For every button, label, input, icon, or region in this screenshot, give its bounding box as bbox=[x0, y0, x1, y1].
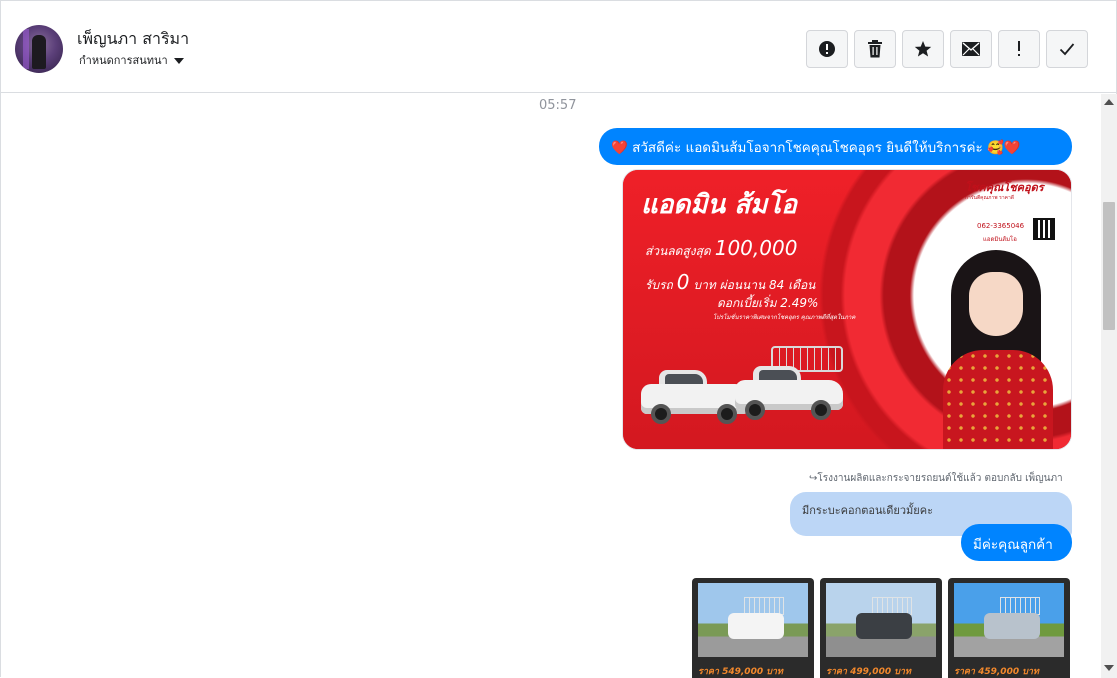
checkmark-icon bbox=[1059, 43, 1075, 56]
promo-fine-print: โปรโมชั่นราคาพิเศษจากโชคอุดร คุณภาพดีที่… bbox=[713, 314, 856, 321]
product-photo bbox=[954, 583, 1064, 657]
star-icon bbox=[914, 41, 932, 57]
mark-unread-button[interactable] bbox=[950, 30, 992, 68]
reply-message-bubble[interactable]: มีค่ะคุณลูกค้า bbox=[961, 524, 1072, 561]
star-button[interactable] bbox=[902, 30, 944, 68]
avatar[interactable] bbox=[15, 25, 63, 73]
promo-interest-line: ดอกเบี้ยเริ่ม 2.49% bbox=[717, 296, 819, 310]
conversation-header: เพ็ญนภา สาริมา กำหนดการสนทนา bbox=[1, 1, 1116, 93]
pickup-truck-image bbox=[641, 366, 749, 424]
product-card[interactable]: ราคา 499,000 บาท bbox=[820, 578, 942, 678]
message-thread[interactable]: 05:57 ❤️ สวัสดีค่ะ แอดมินส้มโอจากโชคคุณโ… bbox=[1, 94, 1101, 678]
promo-admin: แอดมินส้มโอ bbox=[983, 236, 1017, 243]
mark-done-button[interactable] bbox=[1046, 30, 1088, 68]
promo-phone: 062-3365046 bbox=[977, 222, 1025, 230]
exclamation-icon bbox=[1018, 41, 1020, 56]
promo-discount-line: ส่วนลดสูงสุด 100,000 bbox=[645, 236, 798, 260]
alert-circle-icon bbox=[819, 41, 835, 57]
conversation-settings-dropdown[interactable]: กำหนดการสนทนา bbox=[79, 51, 184, 69]
reply-context-label: ↪โรงงานผลิตและกระจายรถยนต์ใช้แล้ว ตอบกลั… bbox=[809, 473, 1063, 484]
trash-icon bbox=[868, 40, 882, 58]
scroll-up-arrow-icon[interactable] bbox=[1104, 99, 1114, 105]
envelope-icon bbox=[962, 42, 980, 56]
product-card[interactable]: ราคา 459,000 บาท bbox=[948, 578, 1070, 678]
conversation-settings-label: กำหนดการสนทนา bbox=[79, 54, 168, 67]
promo-brand-panel: โชคคุณโชคอุดร การันตีคุณภาพ ราคาดี 062-3… bbox=[953, 170, 1071, 250]
messenger-window: เพ็ญนภา สาริมา กำหนดการสนทนา 05:57 ❤️ สว… bbox=[0, 0, 1117, 678]
scrollbar-thumb[interactable] bbox=[1103, 202, 1115, 330]
promo-title: แอดมิน ส้มโอ bbox=[641, 190, 797, 220]
scroll-down-arrow-icon[interactable] bbox=[1104, 665, 1114, 671]
qr-code-icon bbox=[1033, 218, 1055, 240]
pickup-truck-cage-image bbox=[735, 362, 843, 420]
product-price: ราคา 499,000 บาท bbox=[826, 667, 911, 677]
caret-down-icon bbox=[173, 58, 184, 64]
product-price: ราคา 459,000 บาท bbox=[954, 667, 1039, 677]
product-photo bbox=[698, 583, 808, 657]
product-price: ราคา 549,000 บาท bbox=[698, 667, 783, 677]
promo-image[interactable]: แอดมิน ส้มโอ ส่วนลดสูงสุด 100,000 รับรถ 0 บ… bbox=[622, 169, 1072, 450]
vertical-scrollbar[interactable] bbox=[1101, 94, 1117, 678]
product-photo bbox=[826, 583, 936, 657]
important-button[interactable] bbox=[998, 30, 1040, 68]
greeting-message-bubble[interactable]: ❤️ สวัสดีค่ะ แอดมินส้มโอจากโชคคุณโชคอุดร… bbox=[599, 128, 1072, 165]
delete-button[interactable] bbox=[854, 30, 896, 68]
report-button[interactable] bbox=[806, 30, 848, 68]
message-timestamp: 05:57 bbox=[539, 98, 577, 113]
admin-photo bbox=[943, 250, 1053, 449]
product-card[interactable]: ราคา 549,000 บาท bbox=[692, 578, 814, 678]
contact-name[interactable]: เพ็ญนภา สาริมา bbox=[77, 27, 189, 52]
promo-down-payment-line: รับรถ 0 บาท ผ่อนนาน 84 เดือน bbox=[645, 270, 816, 294]
promo-brand-sub: การันตีคุณภาพ ราคาดี bbox=[965, 195, 1015, 201]
